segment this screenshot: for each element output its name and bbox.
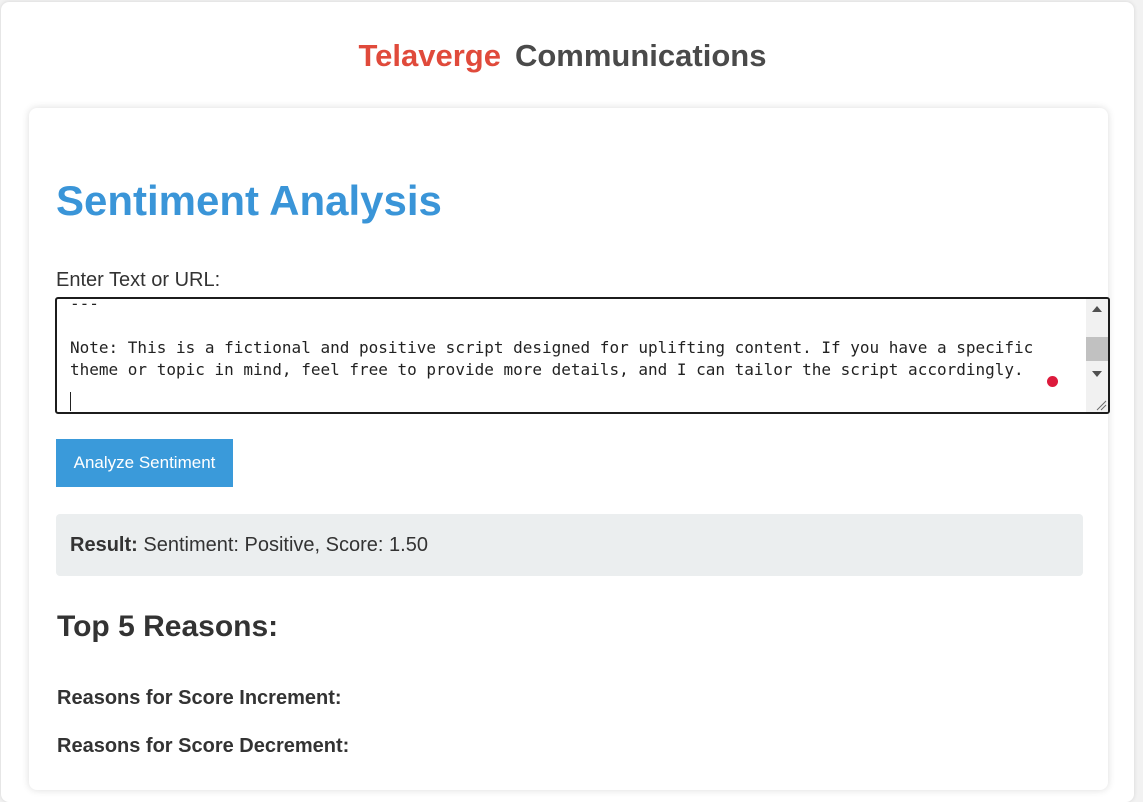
input-label: Enter Text or URL: <box>56 269 221 291</box>
result-box: Result: Sentiment: Positive, Score: 1.50 <box>56 514 1083 576</box>
text-caret <box>70 392 71 411</box>
text-input-area[interactable]: --- Note: This is a fictional and positi… <box>55 297 1110 414</box>
brand-name-part2: Communications <box>514 38 767 73</box>
page-container: Telaverge Communications Sentiment Analys… <box>1 2 1134 802</box>
brand-header: Telaverge Communications <box>1 37 1124 75</box>
grammar-dot-icon[interactable] <box>1047 376 1058 387</box>
brand-name-part1: Telaverge <box>358 38 501 73</box>
analyze-sentiment-button[interactable]: Analyze Sentiment <box>56 439 233 487</box>
triangle-up-icon <box>1092 306 1102 312</box>
decrement-reasons-heading: Reasons for Score Decrement: <box>57 735 350 757</box>
scroll-down-button[interactable] <box>1086 364 1108 384</box>
page-title: Sentiment Analysis <box>56 177 442 224</box>
analysis-card: Sentiment Analysis Enter Text or URL: --… <box>29 108 1110 790</box>
text-input-value[interactable]: --- Note: This is a fictional and positi… <box>70 299 1070 381</box>
result-label: Result: <box>70 534 138 556</box>
scroll-up-button[interactable] <box>1086 299 1108 319</box>
result-text: Sentiment: Positive, Score: 1.50 <box>143 534 428 556</box>
reasons-title: Top 5 Reasons: <box>57 610 279 643</box>
triangle-down-icon <box>1092 371 1102 377</box>
increment-reasons-heading: Reasons for Score Increment: <box>57 687 342 709</box>
resize-grip-icon[interactable] <box>1095 399 1107 411</box>
scrollbar-thumb[interactable] <box>1086 337 1108 361</box>
textarea-scrollbar[interactable] <box>1086 299 1108 412</box>
